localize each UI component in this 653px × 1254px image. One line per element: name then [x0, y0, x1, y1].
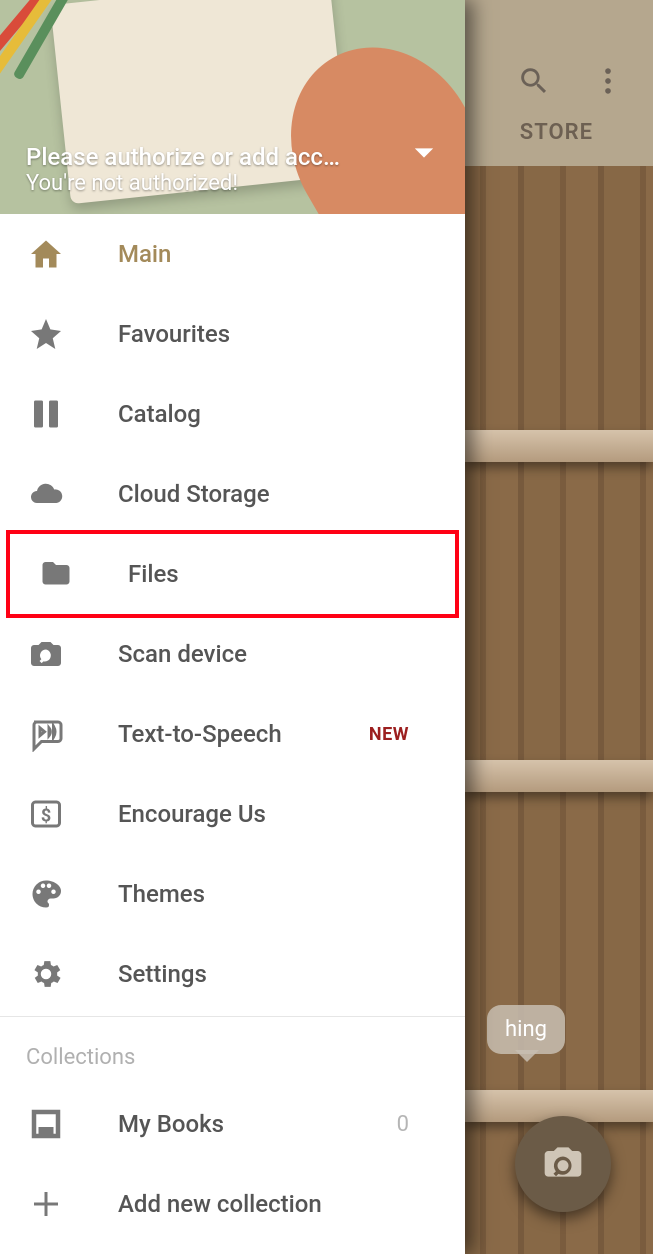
speech-bubble-sound-icon — [26, 716, 66, 752]
nav-item-scan-device[interactable]: Scan device — [0, 614, 465, 694]
star-icon — [26, 316, 66, 352]
collection-count: 0 — [397, 1112, 409, 1137]
overflow-menu-icon[interactable] — [591, 64, 625, 102]
nav-label: Main — [118, 240, 171, 268]
nav-label: Cloud Storage — [118, 480, 270, 508]
nav-item-favourites[interactable]: Favourites — [0, 294, 465, 374]
books-icon — [26, 396, 66, 432]
nav-item-files[interactable]: Files — [6, 530, 459, 618]
tooltip-bubble: hing — [487, 1005, 565, 1054]
nav-label: Favourites — [118, 320, 230, 348]
drawer-nav: Main Favourites Catalog Cloud Storage Fi — [0, 214, 465, 1254]
palette-icon — [26, 876, 66, 912]
shelf — [465, 760, 653, 792]
nav-item-tts[interactable]: Text-to-Speech NEW — [0, 694, 465, 774]
camera-search-icon — [26, 636, 66, 672]
inbox-icon — [26, 1106, 66, 1142]
plus-icon — [26, 1186, 66, 1222]
store-tab[interactable]: STORE — [520, 120, 593, 145]
collection-item-my-books[interactable]: My Books 0 — [0, 1084, 465, 1164]
svg-text:$: $ — [41, 806, 51, 827]
folder-icon — [36, 556, 76, 592]
nav-item-cloud-storage[interactable]: Cloud Storage — [0, 454, 465, 534]
camera-search-icon — [541, 1143, 585, 1185]
nav-item-themes[interactable]: Themes — [0, 854, 465, 934]
gear-icon — [26, 956, 66, 992]
nav-item-encourage[interactable]: $ Encourage Us — [0, 774, 465, 854]
header-subtitle: You're not authorized! — [26, 171, 445, 196]
chevron-down-icon[interactable] — [413, 145, 435, 164]
add-collection-button[interactable]: Add new collection — [0, 1164, 465, 1244]
nav-label: Themes — [118, 880, 205, 908]
nav-label: Catalog — [118, 400, 201, 428]
nav-item-main[interactable]: Main — [0, 214, 465, 294]
nav-item-settings[interactable]: Settings — [0, 934, 465, 1014]
nav-label: Text-to-Speech — [118, 720, 282, 748]
nav-label: Settings — [118, 960, 207, 988]
nav-label: Scan device — [118, 640, 247, 668]
dollar-box-icon: $ — [26, 796, 66, 832]
navigation-drawer: Please authorize or add acco… You're not… — [0, 0, 465, 1254]
new-badge: NEW — [369, 724, 409, 745]
add-collection-label: Add new collection — [118, 1190, 322, 1218]
nav-label: Files — [128, 560, 179, 588]
home-icon — [26, 236, 66, 272]
divider — [0, 1016, 465, 1017]
collection-label: My Books — [118, 1110, 224, 1138]
nav-label: Encourage Us — [118, 800, 266, 828]
drawer-header[interactable]: Please authorize or add acco… You're not… — [0, 0, 465, 214]
scan-fab[interactable] — [515, 1116, 611, 1212]
shelf — [465, 430, 653, 462]
search-icon[interactable] — [517, 64, 551, 102]
cloud-icon — [26, 476, 66, 512]
collections-section-title: Collections — [0, 1027, 465, 1084]
header-title: Please authorize or add acco… — [26, 143, 346, 171]
nav-item-catalog[interactable]: Catalog — [0, 374, 465, 454]
